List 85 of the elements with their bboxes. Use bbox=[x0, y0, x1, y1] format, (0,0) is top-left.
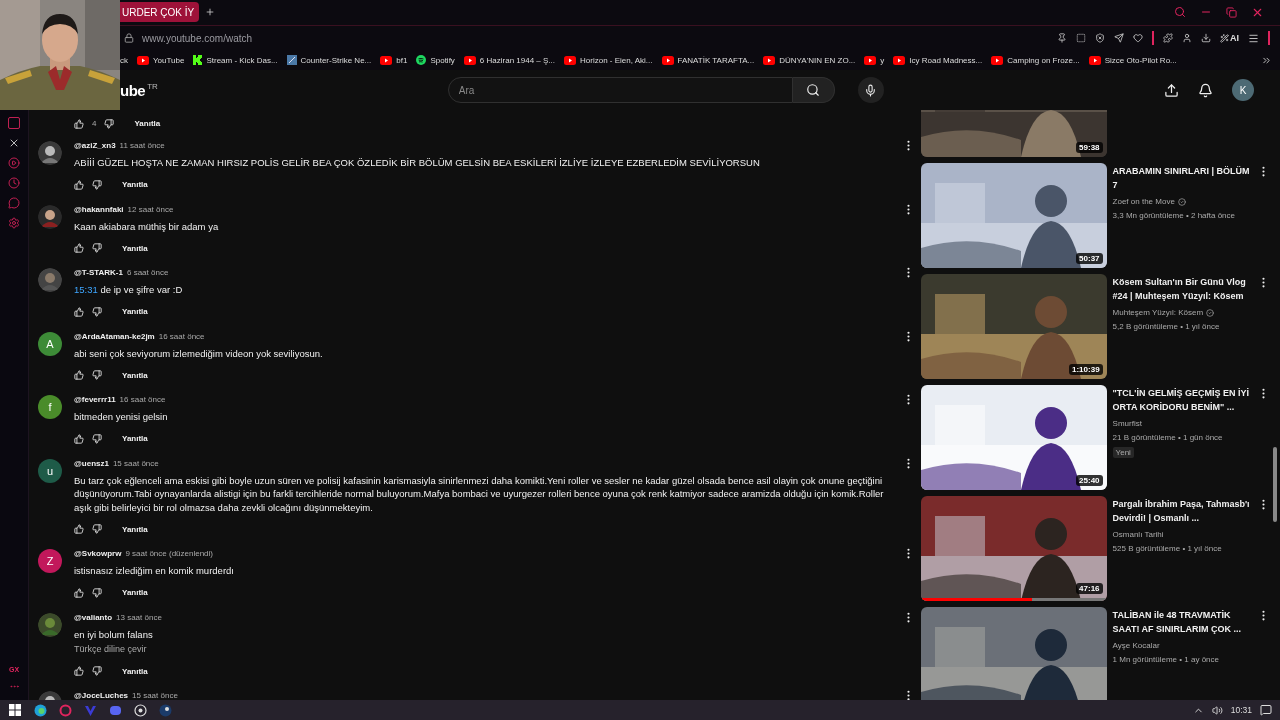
comment-author[interactable]: @hakannfaki bbox=[74, 204, 124, 214]
bookmark[interactable]: FANATİK TARAFTA... bbox=[661, 55, 755, 65]
comment-time: 11 saat önce bbox=[119, 141, 165, 150]
comment-time: 15 saat önce bbox=[112, 458, 159, 468]
user-avatar: u bbox=[38, 458, 62, 483]
duration-badge: 59:38 bbox=[1076, 142, 1103, 153]
bookmark[interactable]: y bbox=[864, 55, 885, 65]
comment-author[interactable]: @Svkowprw bbox=[74, 549, 122, 558]
reply-button[interactable]: Yanıtla bbox=[118, 431, 152, 446]
bookmark[interactable]: Icy Road Madness... bbox=[893, 55, 983, 65]
reply-button[interactable]: Yanıtla bbox=[118, 663, 152, 679]
reply-button[interactable]: Yanıtla bbox=[118, 177, 152, 192]
video-meta: 5,2 B görüntüleme • 1 yıl önce bbox=[1112, 321, 1221, 333]
comment-author[interactable]: @uensz1 bbox=[74, 458, 109, 468]
comment-author[interactable]: @aziZ_xn3 bbox=[74, 141, 116, 150]
account-avatar[interactable]: K bbox=[1232, 79, 1254, 102]
comment-time: 15 saat önce bbox=[132, 691, 178, 700]
reply-button[interactable]: Yanıtla bbox=[118, 304, 152, 319]
bookmark[interactable]: Counter-Strike Ne... bbox=[286, 55, 372, 66]
bookmark[interactable]: Sizce Oto-Pilot Ro... bbox=[1088, 55, 1177, 65]
comment-time: 16 saat önce bbox=[119, 395, 166, 404]
channel-name[interactable]: Osmanlı Tarihi bbox=[1112, 528, 1164, 542]
channel-name[interactable]: Muhteşem Yüzyıl: Kösem bbox=[1112, 306, 1204, 320]
search-field[interactable]: Ara bbox=[447, 77, 793, 104]
video-title[interactable]: ARABAMIN SINIRLARI | BÖLÜM 7 bbox=[1112, 164, 1251, 192]
duration-badge: 1:10:39 bbox=[1069, 364, 1103, 375]
address-field[interactable]: www.youtube.com/watch bbox=[142, 32, 253, 44]
comment-text: istisnasız izlediğim en komik murderdı bbox=[74, 564, 235, 578]
video-title[interactable]: Kösem Sultan'ın Bir Günü Vlog #24 | Muhteşem Yüzyıl: Kösem bbox=[1112, 275, 1251, 303]
comment-text: Bu tarz çok eğlenceli ama eskisi gibi boyle uzun süren ve polisij kafasinin karismasiyla sinirlenmezi daha komikti.Yeni roller ve sesler ne kadar güzel olsada bence asil olayin çok onune geçtiğini düşünüyorum.Tabi oynayanlarda alistigi için bu farkli tercihleride normal buluyorum.Mafya bombaci ve uyurgezer rolleri bence oyuna çok renk katmiyor sadece aramizda olduğu için komik.Roller aşık gibi belirleyici bir rol olmazsa daha zevkli olcağını düşünmekteyim. bbox=[74, 473, 885, 514]
comment-text: en iyi bolum falans bbox=[74, 627, 154, 641]
comment-time: 9 saat önce (düzenlendi) bbox=[125, 549, 213, 558]
duration-badge: 50:37 bbox=[1076, 253, 1103, 264]
comment-time: 12 saat önce bbox=[127, 204, 174, 214]
comment-time: 13 saat önce bbox=[116, 612, 162, 622]
new-badge: Yeni bbox=[1112, 447, 1134, 458]
bookmark[interactable]: bf1 bbox=[380, 55, 408, 65]
reply-button[interactable]: Yanıtla bbox=[130, 116, 165, 131]
comment-author[interactable]: @JoceLuches bbox=[74, 691, 129, 700]
bookmark[interactable]: Camping on Froze... bbox=[991, 55, 1080, 65]
reply-button[interactable]: Yanıtla bbox=[118, 367, 152, 383]
duration-badge: 25:40 bbox=[1076, 475, 1103, 486]
browser-tab[interactable]: URDER ÇOK İY bbox=[120, 2, 200, 23]
video-meta: 1 Mn görüntüleme • 1 ay önce bbox=[1112, 654, 1220, 666]
channel-name[interactable]: Zoef on the Move bbox=[1112, 195, 1175, 209]
video-meta: 21 B görüntüleme • 1 gün önce bbox=[1112, 432, 1224, 444]
comment-text: 15:31 de ip ve şifre var :D bbox=[74, 283, 184, 297]
bookmark[interactable]: ck bbox=[120, 55, 128, 65]
duration-badge: 47:16 bbox=[1076, 583, 1103, 594]
bookmark[interactable]: Spotify bbox=[416, 55, 455, 66]
video-meta: 525 B görüntüleme • 1 yıl önce bbox=[1112, 543, 1223, 555]
region-code: TR bbox=[147, 82, 158, 92]
bookmark[interactable]: DÜNYA'NIN EN ZO... bbox=[763, 55, 856, 65]
bookmark[interactable]: Horizon - Eien, Aki... bbox=[564, 55, 653, 65]
user-avatar: Z bbox=[38, 549, 62, 573]
comment-text: Kaan akiabara müthiş bir adam ya bbox=[74, 219, 220, 233]
like-count: 4 bbox=[92, 119, 97, 128]
comment-text: ABİİİ GÜZEL HOŞTA NE ZAMAN HIRSIZ POLİS GELİR BEA ÇOK ÖZLEDİK BİR BÖLÜM GELSİN BEA ESKİLERİ İZLİYE İZLEYE EZBERLEDİM SEVİLİYORSUN bbox=[74, 156, 761, 170]
comment-text: abi seni çok seviyorum izlemediğim videon yok seviliyosun. bbox=[74, 346, 324, 360]
reply-button[interactable]: Yanıtla bbox=[118, 521, 152, 537]
comment-time: 6 saat önce bbox=[127, 268, 169, 277]
comment-time: 16 saat önce bbox=[158, 331, 205, 341]
comment-author[interactable]: @feverrr11 bbox=[74, 395, 116, 404]
video-title[interactable]: Pargalı İbrahim Paşa, Tahmasb'ı Devirdi! | Osmanlı ... bbox=[1112, 497, 1251, 525]
reply-button[interactable]: Yanıtla bbox=[118, 585, 152, 600]
comment-author[interactable]: @valianto bbox=[74, 612, 113, 622]
taskbar-clock[interactable]: 10:31 bbox=[1230, 705, 1252, 715]
bookmark[interactable]: YouTube bbox=[137, 55, 185, 65]
translate-link[interactable]: Türkçe diline çevir bbox=[74, 643, 147, 656]
bookmark[interactable]: Stream - Kick Das... bbox=[193, 55, 278, 66]
comment-author[interactable]: @ArdaAtaman-ke2jm bbox=[74, 331, 155, 341]
comment-author[interactable]: @T-STARK-1 bbox=[74, 268, 123, 277]
video-meta: 3,3 Mn görüntüleme • 2 hafta önce bbox=[1112, 210, 1236, 222]
comment-text: bitmeden yenisi gelsin bbox=[74, 410, 169, 424]
video-title[interactable]: "TCL'İN GELMİŞ GEÇMİŞ EN İYİ ORTA KORİDORU BENİM" ... bbox=[1112, 386, 1251, 414]
channel-name[interactable]: Ayşe Kocalar bbox=[1112, 639, 1160, 653]
bookmark[interactable]: 6 Haziran 1944 – Ş... bbox=[463, 55, 555, 65]
channel-name[interactable]: Smurfist bbox=[1112, 417, 1142, 431]
user-avatar: f bbox=[38, 395, 62, 419]
timestamp-link[interactable]: 15:31 bbox=[74, 284, 98, 295]
reply-button[interactable]: Yanıtla bbox=[118, 240, 152, 256]
ai-button[interactable]: AI bbox=[1220, 33, 1239, 44]
video-title[interactable]: TALİBAN ile 48 TRAVMATİK SAAT! AF SINIRLARIM ÇOK ... bbox=[1112, 608, 1251, 636]
youtube-logo[interactable]: ube bbox=[120, 81, 146, 99]
user-avatar: A bbox=[38, 331, 62, 356]
